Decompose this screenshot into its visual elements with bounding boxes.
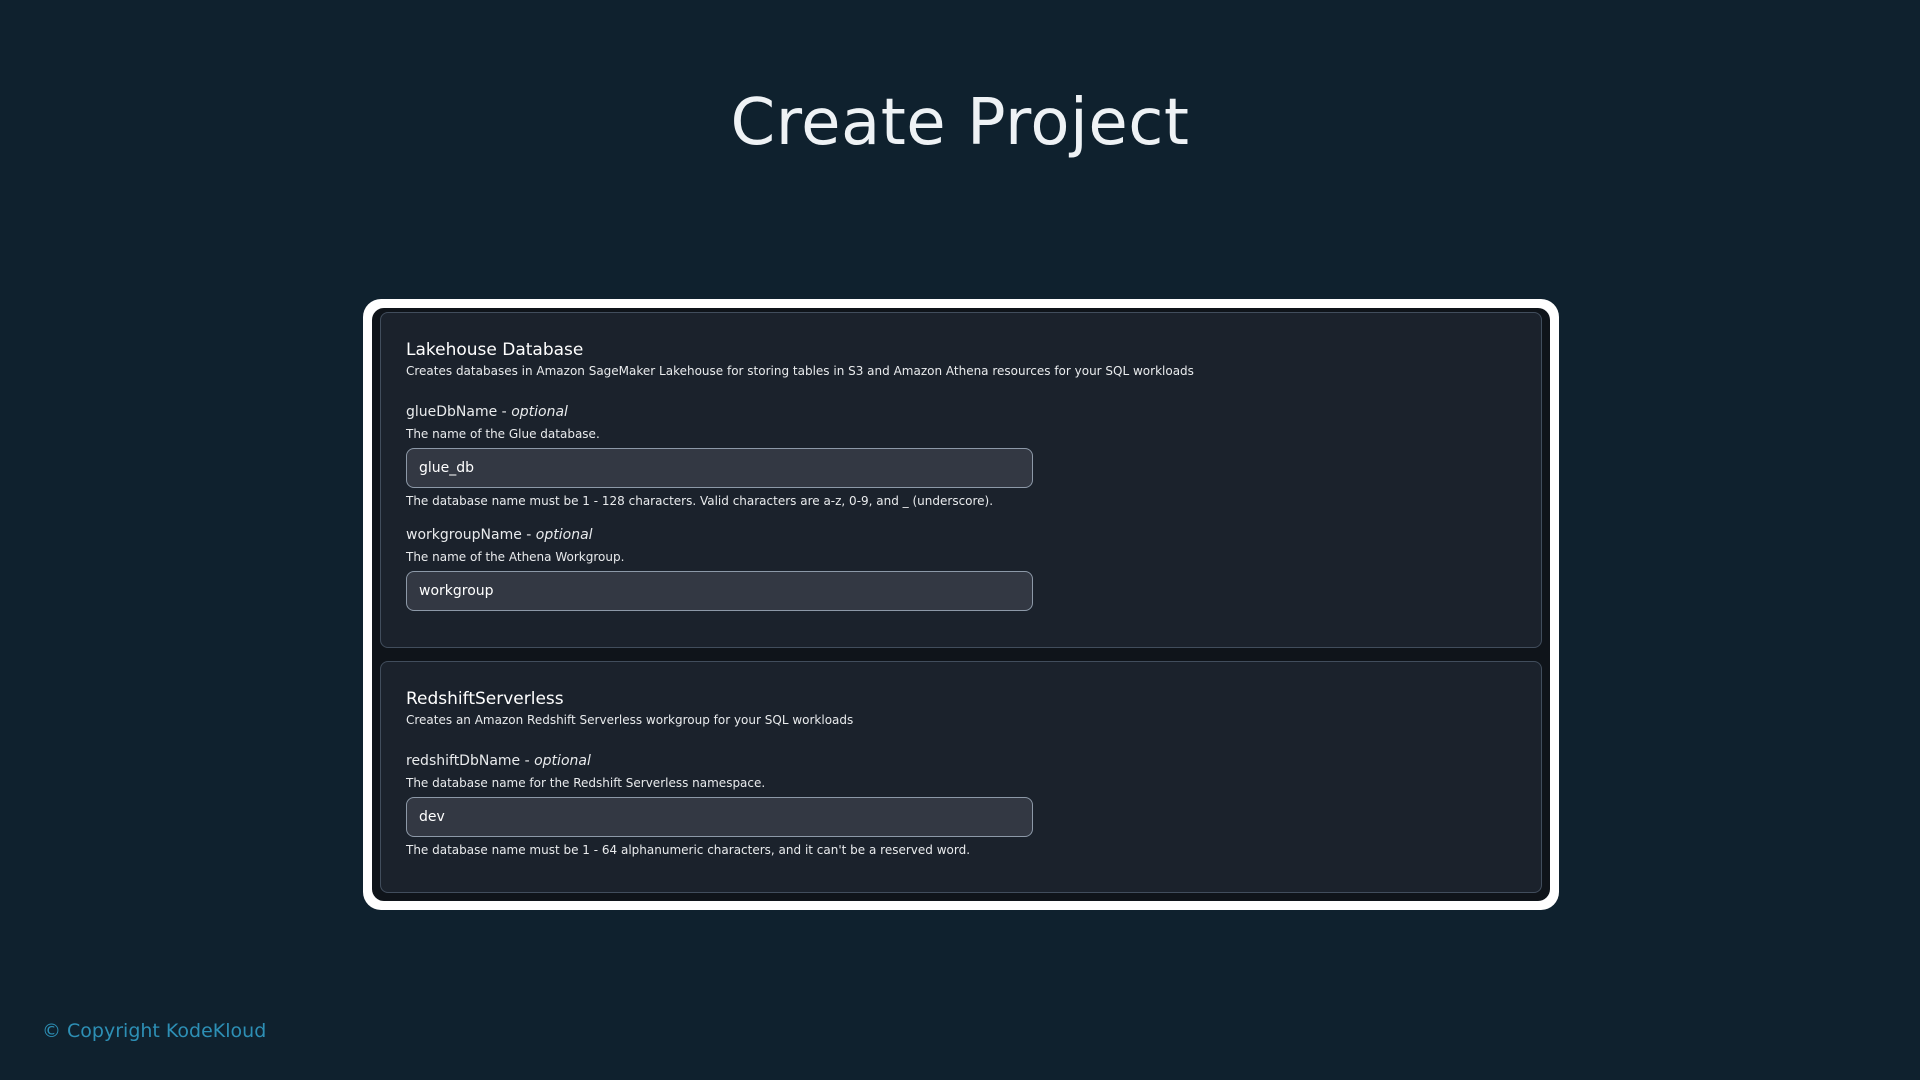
field-description: The database name for the Redshift Serve… <box>406 776 766 790</box>
optional-tag: optional <box>535 527 593 543</box>
field-label: workgroupName - optional <box>406 527 593 543</box>
optional-tag: optional <box>511 404 568 420</box>
form-container: Lakehouse Database Creates databases in … <box>372 308 1550 901</box>
section-heading: Lakehouse Database <box>406 340 584 360</box>
field-label: redshiftDbName - optional <box>406 753 591 769</box>
copyright-notice: © Copyright KodeKloud <box>42 1020 267 1042</box>
section-description: Creates an Amazon Redshift Serverless wo… <box>406 713 854 727</box>
field-name: workgroupName <box>406 527 522 543</box>
lakehouse-database-section: Lakehouse Database Creates databases in … <box>380 312 1542 648</box>
redshift-serverless-section: RedshiftServerless Creates an Amazon Red… <box>380 661 1542 893</box>
optional-tag: optional <box>534 753 591 769</box>
glue-db-name-input[interactable] <box>406 448 1033 488</box>
slide: Create Project Lakehouse Database Create… <box>0 0 1920 1080</box>
section-description: Creates databases in Amazon SageMaker La… <box>406 364 1194 378</box>
section-heading: RedshiftServerless <box>406 689 564 709</box>
redshift-db-name-field: redshiftDbName - optional The database n… <box>406 752 1516 858</box>
field-label: glueDbName - optional <box>406 404 568 420</box>
screenshot-frame: Lakehouse Database Creates databases in … <box>363 299 1559 910</box>
field-description: The name of the Glue database. <box>406 427 600 441</box>
glue-db-name-field: glueDbName - optional The name of the Gl… <box>406 403 1516 509</box>
field-description: The name of the Athena Workgroup. <box>406 550 625 564</box>
field-name: glueDbName <box>406 404 498 420</box>
field-constraint-hint: The database name must be 1 - 128 charac… <box>406 494 994 508</box>
redshift-db-name-input[interactable] <box>406 797 1033 837</box>
field-constraint-hint: The database name must be 1 - 64 alphanu… <box>406 843 971 857</box>
workgroup-name-input[interactable] <box>406 571 1033 611</box>
workgroup-name-field: workgroupName - optional The name of the… <box>406 526 1516 611</box>
field-name: redshiftDbName <box>406 753 521 769</box>
page-title: Create Project <box>730 86 1190 160</box>
